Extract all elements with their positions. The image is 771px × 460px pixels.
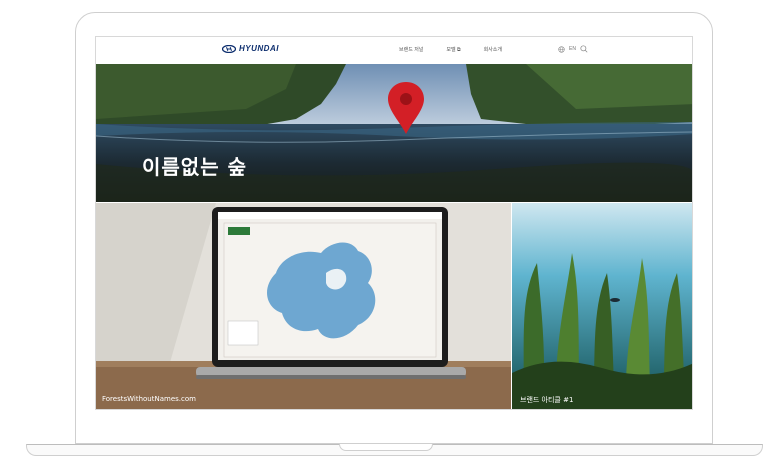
card-forests-without-names[interactable]: ForestsWithoutNames.com: [96, 203, 511, 409]
hyundai-logo[interactable]: HYUNDAI: [222, 44, 279, 53]
underwater-forest-image: [512, 203, 692, 409]
nav-link-models-label: 모델: [446, 47, 456, 53]
hero-title: 이름없는 숲: [142, 155, 247, 179]
card-caption-article: 브랜드 아티클 #1: [520, 396, 574, 404]
nav-link-company[interactable]: 회사소개: [484, 46, 502, 53]
laptop-map-image: [96, 203, 511, 409]
external-link-icon: ⧉: [456, 47, 461, 53]
hero-banner[interactable]: 이름없는 숲: [96, 64, 692, 202]
hyundai-emblem-icon: [222, 44, 236, 53]
card-caption: ForestsWithoutNames.com: [102, 395, 196, 403]
card-brand-article[interactable]: 브랜드 아티클 #1: [512, 203, 692, 409]
top-navigation: HYUNDAI 브랜드 저널 모델 ⧉ 회사소개 EN: [96, 37, 692, 64]
forest-lake-image: [96, 64, 692, 202]
laptop-notch: [339, 444, 433, 451]
nav-link-brand-journal[interactable]: 브랜드 저널: [399, 46, 423, 53]
laptop-screen: HYUNDAI 브랜드 저널 모델 ⧉ 회사소개 EN 이름없는 숲 Fores…: [95, 36, 693, 410]
brand-wordmark: HYUNDAI: [239, 44, 279, 53]
globe-icon[interactable]: [558, 45, 565, 53]
nav-tools: EN: [558, 45, 588, 53]
main-menu: 브랜드 저널 모델 ⧉ 회사소개: [399, 46, 502, 53]
language-toggle[interactable]: EN: [569, 46, 576, 52]
nav-link-models[interactable]: 모델 ⧉: [446, 46, 460, 53]
search-icon[interactable]: [580, 45, 588, 53]
